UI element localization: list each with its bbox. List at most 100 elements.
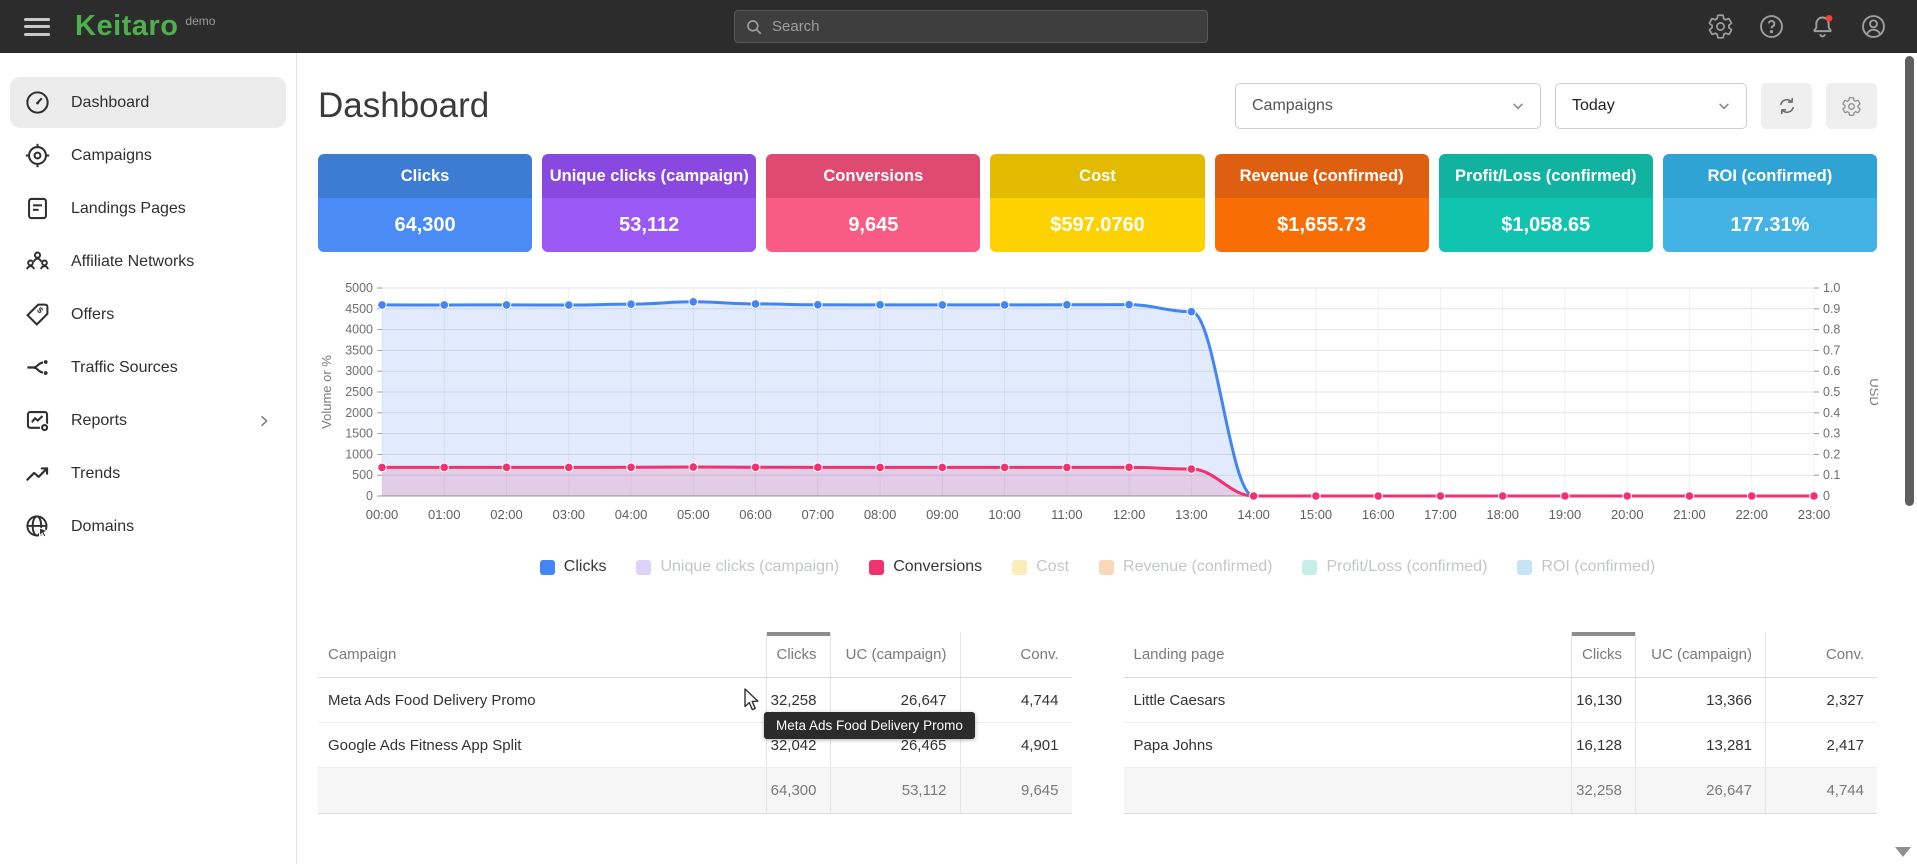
- search-input[interactable]: [772, 18, 1197, 35]
- svg-text:4000: 4000: [345, 323, 373, 337]
- global-search[interactable]: [734, 10, 1208, 43]
- metric-card-label: Cost: [990, 154, 1204, 198]
- row-value: 13,281: [1635, 723, 1765, 767]
- sidebar-item-dashboard[interactable]: Dashboard: [10, 77, 286, 128]
- legend-label: Clicks: [564, 558, 607, 576]
- trend-icon: [24, 460, 51, 487]
- row-tooltip: Meta Ads Food Delivery Promo: [764, 712, 975, 739]
- sidebar-item-reports[interactable]: Reports: [10, 395, 286, 446]
- metric-card-unique-clicks-campaign-[interactable]: Unique clicks (campaign)53,112: [542, 154, 756, 252]
- totals-spacer: [1124, 768, 1572, 813]
- metric-cards-row: Clicks64,300Unique clicks (campaign)53,1…: [318, 154, 1877, 252]
- total-value: 9,645: [960, 768, 1072, 813]
- row-name: Papa Johns: [1124, 723, 1572, 767]
- metric-card-profit-loss-confirmed-[interactable]: Profit/Loss (confirmed)$1,058.65: [1439, 154, 1653, 252]
- sidebar-item-trends[interactable]: Trends: [10, 448, 286, 499]
- column-header-clicks[interactable]: Clicks: [766, 632, 830, 677]
- row-value: 4,901: [960, 723, 1072, 767]
- metric-card-value: 53,112: [542, 198, 756, 252]
- row-name: Meta Ads Food Delivery Promo: [318, 678, 766, 722]
- notifications-bell-icon[interactable]: [1809, 13, 1836, 40]
- legend-item-profit-loss-confirmed-[interactable]: Profit/Loss (confirmed): [1302, 558, 1487, 576]
- metric-card-clicks[interactable]: Clicks64,300: [318, 154, 532, 252]
- column-header-conv-[interactable]: Conv.: [960, 632, 1072, 677]
- sidebar-item-landings-pages[interactable]: Landings Pages: [10, 183, 286, 234]
- top-bar: Keitaro demo: [0, 0, 1917, 53]
- column-header-uc-campaign-[interactable]: UC (campaign): [1635, 632, 1765, 677]
- scroll-down-arrow-icon[interactable]: [1895, 847, 1911, 857]
- date-range-select[interactable]: Today: [1555, 83, 1747, 129]
- svg-text:15:00: 15:00: [1300, 507, 1333, 522]
- svg-text:10:00: 10:00: [988, 507, 1021, 522]
- page-scrollbar-thumb[interactable]: [1905, 56, 1914, 506]
- row-value: 2,417: [1765, 723, 1877, 767]
- metric-card-roi-confirmed-[interactable]: ROI (confirmed)177.31%: [1663, 154, 1877, 252]
- metric-card-cost[interactable]: Cost$597.0760: [990, 154, 1204, 252]
- svg-text:500: 500: [352, 468, 373, 482]
- svg-text:1.0: 1.0: [1823, 281, 1840, 295]
- legend-label: Profit/Loss (confirmed): [1326, 558, 1487, 576]
- table-header-row: Landing pageClicksUC (campaign)Conv.: [1124, 632, 1878, 678]
- svg-text:0.7: 0.7: [1823, 343, 1840, 357]
- svg-text:0.1: 0.1: [1823, 468, 1840, 482]
- sidebar-item-campaigns[interactable]: Campaigns: [10, 130, 286, 181]
- sidebar-item-label: Campaigns: [71, 147, 152, 165]
- brand-name: Keitaro: [75, 12, 178, 41]
- legend-label: Cost: [1036, 558, 1069, 576]
- help-icon[interactable]: [1758, 13, 1785, 40]
- sidebar-item-label: Reports: [71, 412, 127, 430]
- legend-item-clicks[interactable]: Clicks: [540, 558, 607, 576]
- svg-text:4500: 4500: [345, 302, 373, 316]
- account-icon[interactable]: [1860, 13, 1887, 40]
- column-header-clicks[interactable]: Clicks: [1571, 632, 1635, 677]
- chevron-right-icon: [256, 413, 272, 429]
- dashboard-settings-button[interactable]: [1826, 83, 1877, 129]
- brand-logo[interactable]: Keitaro demo: [75, 12, 215, 41]
- table-row[interactable]: Papa Johns16,12813,2812,417: [1124, 723, 1878, 768]
- legend-item-revenue-confirmed-[interactable]: Revenue (confirmed): [1099, 558, 1272, 576]
- legend-item-roi-confirmed-[interactable]: ROI (confirmed): [1517, 558, 1655, 576]
- legend-item-conversions[interactable]: Conversions: [869, 558, 982, 576]
- table-totals-row: 64,30053,1129,645: [318, 768, 1072, 813]
- row-value: 13,366: [1635, 678, 1765, 722]
- svg-text:0.8: 0.8: [1823, 323, 1840, 337]
- legend-item-unique-clicks-campaign-[interactable]: Unique clicks (campaign): [636, 558, 839, 576]
- column-header-conv-[interactable]: Conv.: [1765, 632, 1877, 677]
- svg-text:USD: USD: [1867, 378, 1878, 405]
- legend-swatch: [869, 560, 884, 575]
- column-header-uc-campaign-[interactable]: UC (campaign): [830, 632, 960, 677]
- legend-swatch: [1099, 560, 1114, 575]
- grouping-select[interactable]: Campaigns: [1235, 83, 1541, 129]
- svg-text:20:00: 20:00: [1611, 507, 1644, 522]
- column-header-campaign[interactable]: Campaign: [318, 632, 766, 677]
- table-row[interactable]: Little Caesars16,13013,3662,327: [1124, 678, 1878, 723]
- sidebar-item-offers[interactable]: $Offers: [10, 289, 286, 340]
- totals-spacer: [318, 768, 766, 813]
- legend-item-cost[interactable]: Cost: [1012, 558, 1069, 576]
- svg-text:0.9: 0.9: [1823, 302, 1840, 316]
- settings-gear-icon[interactable]: [1707, 13, 1734, 40]
- metric-card-label: Conversions: [766, 154, 980, 198]
- svg-text:0: 0: [366, 489, 373, 503]
- hamburger-menu-icon[interactable]: [24, 18, 50, 36]
- timeline-chart: 005000.110000.215000.320000.425000.53000…: [318, 280, 1877, 532]
- svg-text:3500: 3500: [345, 343, 373, 357]
- metric-card-label: ROI (confirmed): [1663, 154, 1877, 198]
- page-title: Dashboard: [318, 86, 489, 126]
- date-range-select-value: Today: [1572, 97, 1615, 115]
- sidebar-item-affiliate-networks[interactable]: Affiliate Networks: [10, 236, 286, 287]
- table-header-row: CampaignClicksUC (campaign)Conv.: [318, 632, 1072, 678]
- metric-card-conversions[interactable]: Conversions9,645: [766, 154, 980, 252]
- metric-card-label: Unique clicks (campaign): [542, 154, 756, 198]
- svg-text:0.2: 0.2: [1823, 447, 1840, 461]
- refresh-button[interactable]: [1761, 83, 1812, 129]
- svg-text:14:00: 14:00: [1237, 507, 1270, 522]
- sidebar-item-traffic-sources[interactable]: Traffic Sources: [10, 342, 286, 393]
- svg-text:0.3: 0.3: [1823, 427, 1840, 441]
- legend-swatch: [636, 560, 651, 575]
- row-value: 16,128: [1571, 723, 1635, 767]
- search-icon: [745, 18, 763, 36]
- column-header-landing-page[interactable]: Landing page: [1124, 632, 1572, 677]
- metric-card-revenue-confirmed-[interactable]: Revenue (confirmed)$1,655.73: [1215, 154, 1429, 252]
- sidebar-item-domains[interactable]: Domains: [10, 501, 286, 552]
